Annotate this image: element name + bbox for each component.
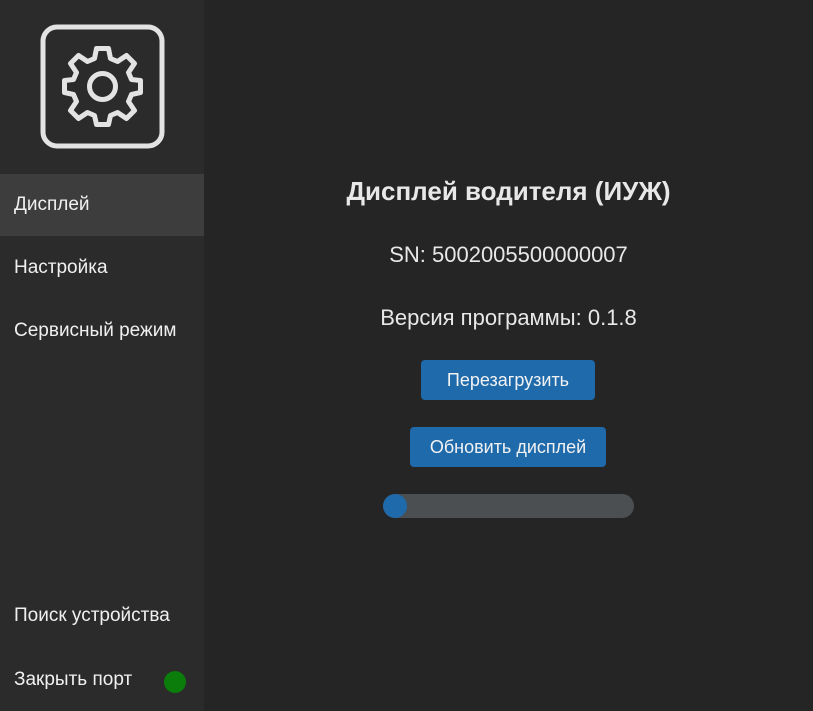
sidebar-item-label: Настройка	[14, 257, 108, 278]
port-status-indicator	[164, 671, 186, 693]
sidebar: Дисплей Настройка Сервисный режим Поиск …	[0, 0, 204, 711]
update-progress-bar	[383, 494, 634, 518]
firmware-version: Версия программы: 0.1.8	[380, 305, 637, 330]
reboot-button[interactable]: Перезагрузить	[421, 360, 595, 400]
sidebar-item-label: Поиск устройства	[14, 605, 170, 626]
sidebar-item-label: Дисплей	[14, 194, 90, 215]
sidebar-item-label: Сервисный режим	[14, 320, 177, 341]
page-title: Дисплей водителя (ИУЖ)	[346, 176, 671, 206]
update-display-button[interactable]: Обновить дисплей	[410, 427, 606, 467]
sidebar-item-service-mode[interactable]: Сервисный режим	[0, 300, 204, 362]
gear-icon	[40, 24, 165, 149]
serial-number: SN: 5002005500000007	[389, 242, 628, 267]
sidebar-item-display[interactable]: Дисплей	[0, 174, 204, 236]
progress-fill	[383, 494, 407, 518]
sidebar-item-find-device[interactable]: Поиск устройства	[0, 585, 204, 647]
sidebar-item-settings[interactable]: Настройка	[0, 237, 204, 299]
app-window: Дисплей Настройка Сервисный режим Поиск …	[0, 0, 813, 711]
main-panel: Дисплей водителя (ИУЖ) SN: 5002005500000…	[204, 0, 813, 711]
sidebar-item-label: Закрыть порт	[14, 669, 133, 690]
app-logo	[40, 24, 165, 149]
